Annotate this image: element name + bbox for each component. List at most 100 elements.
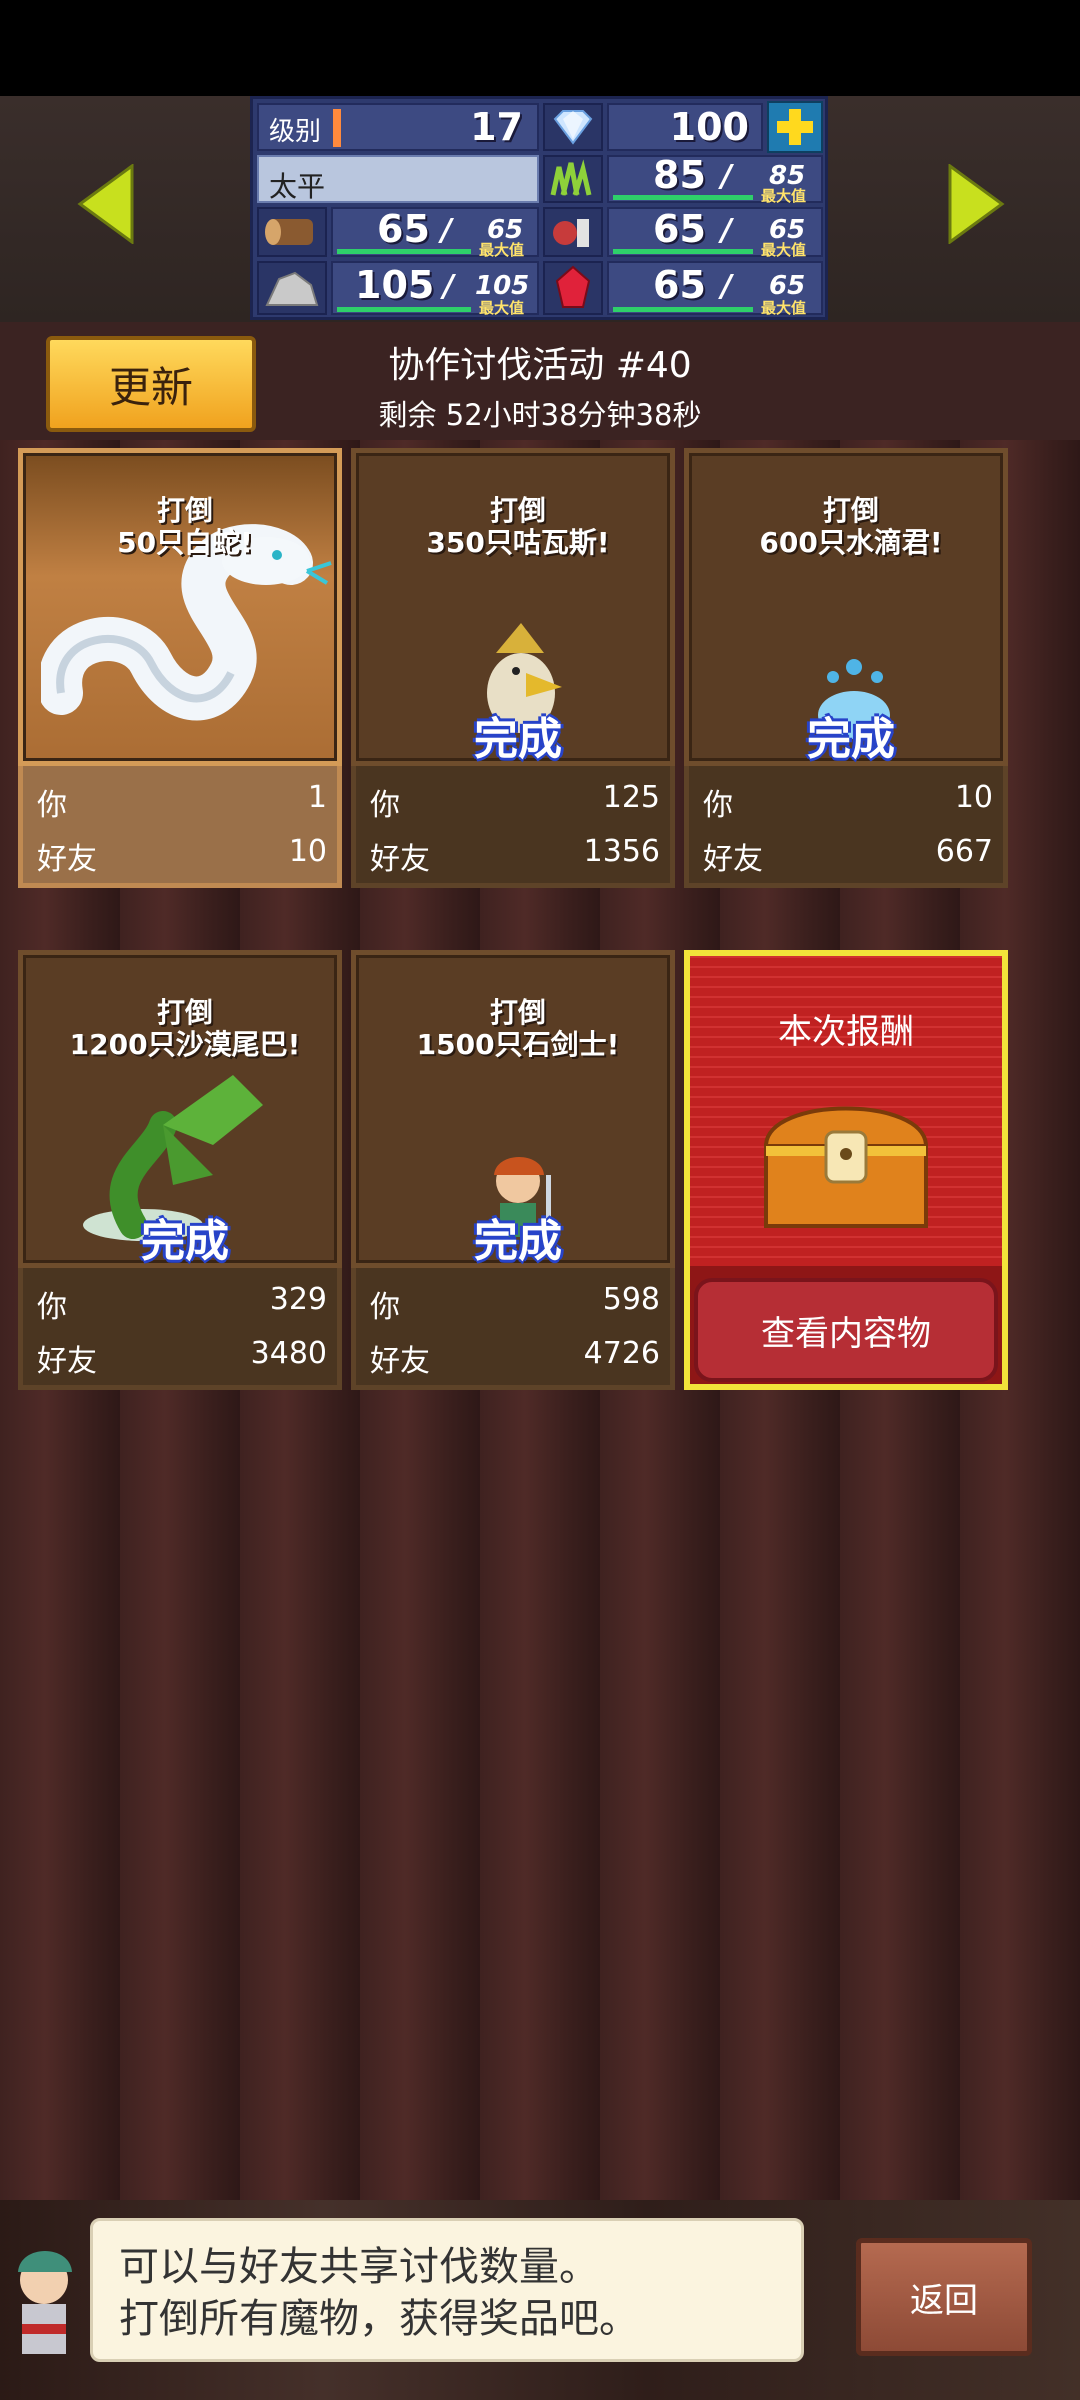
grass-value: 85 — [653, 153, 706, 197]
gems-value: 100 — [669, 105, 749, 149]
you-label: 你 — [37, 1290, 67, 1325]
done-label: 完成 — [807, 714, 895, 765]
level-bar — [333, 109, 341, 147]
friend-count: 1356 — [583, 834, 660, 869]
mission-card-water-drop[interactable]: 打倒 600只水滴君! 完成 你 10 好友 667 — [684, 448, 1008, 888]
reward-title: 本次报酬 — [778, 1012, 914, 1052]
view-contents-button[interactable]: 查看内容物 — [694, 1278, 998, 1382]
grass-cell: 85 / 85 最大值 — [607, 153, 823, 205]
mission-card-foot: 你 1 好友 10 — [18, 766, 342, 888]
ore-icon — [257, 261, 327, 315]
you-label: 你 — [370, 788, 400, 823]
you-label: 你 — [37, 788, 67, 823]
ore-bar — [337, 307, 471, 312]
ore-cell: 105 / 105 最大值 — [331, 261, 539, 317]
mission-card-head: 打倒 50只白蛇! — [18, 448, 342, 766]
food-cell: 65 / 65 最大值 — [607, 207, 823, 259]
max-label: 最大值 — [479, 241, 525, 259]
hint-line1: 可以与好友共享讨伐数量。 — [119, 2244, 599, 2290]
food-value: 65 — [653, 207, 706, 251]
done-label: 完成 — [474, 1216, 562, 1267]
guide-avatar — [18, 2251, 72, 2354]
target-line2: 1200只沙漠尾巴! — [69, 1028, 301, 1061]
gems-cell: 100 — [607, 103, 763, 151]
you-label: 你 — [703, 788, 733, 823]
mission-card-foot: 你 10 好友 667 — [684, 766, 1008, 888]
friend-label: 好友 — [37, 1344, 97, 1379]
time-remaining: 剩余 52小时38分钟38秒 — [378, 398, 702, 432]
friend-label: 好友 — [703, 842, 763, 877]
mission-target: 打倒 1500只石剑士! — [356, 997, 680, 1061]
friend-label: 好友 — [37, 842, 97, 877]
mission-target: 打倒 350只咕瓦斯! — [356, 495, 680, 559]
you-count: 598 — [602, 1282, 660, 1317]
diamond-icon — [543, 103, 603, 151]
mission-target: 打倒 50只白蛇! — [23, 495, 347, 559]
food-bar — [613, 249, 753, 254]
level-value: 17 — [470, 105, 523, 149]
you-count: 329 — [269, 1282, 327, 1317]
wood-value: 65 — [377, 207, 430, 251]
mission-card-head: 打倒 350只咕瓦斯! 完成 — [351, 448, 675, 766]
hint-dialog: 可以与好友共享讨伐数量。 打倒所有魔物，获得奖品吧。 — [90, 2218, 804, 2362]
friend-count: 4726 — [583, 1336, 660, 1371]
mission-card-foot: 你 125 好友 1356 — [351, 766, 675, 888]
ruby-icon — [543, 261, 603, 315]
friend-label: 好友 — [370, 842, 430, 877]
target-line1: 打倒 — [489, 996, 546, 1029]
mission-card-foot: 你 598 好友 4726 — [351, 1268, 675, 1390]
ore-value: 105 — [355, 263, 435, 307]
friend-count: 3480 — [250, 1336, 327, 1371]
ruby-bar — [613, 307, 753, 312]
wood-cell: 65 / 65 最大值 — [331, 207, 539, 259]
target-line1: 打倒 — [822, 494, 879, 527]
friend-count: 667 — [935, 834, 993, 869]
you-count: 125 — [602, 780, 660, 815]
target-line2: 350只咕瓦斯! — [426, 526, 610, 559]
mission-card-desert-tail[interactable]: 打倒 1200只沙漠尾巴! 完成 你 329 好友 3480 — [18, 950, 342, 1390]
hint-line2: 打倒所有魔物，获得奖品吧。 — [119, 2296, 639, 2342]
ruby-value: 65 — [653, 263, 706, 307]
mission-card-white-snake[interactable]: 打倒 50只白蛇! 你 1 好友 10 — [18, 448, 342, 888]
wood-icon — [257, 207, 327, 257]
wood-bar — [337, 249, 471, 254]
friend-count: 10 — [288, 834, 327, 869]
prev-arrow-icon[interactable] — [76, 163, 136, 245]
reward-panel: 本次报酬 — [690, 956, 1002, 1266]
max-label: 最大值 — [761, 241, 807, 259]
mission-card-head: 打倒 600只水滴君! 完成 — [684, 448, 1008, 766]
level-label: 级别 — [269, 117, 322, 147]
player-name: 太平 — [269, 170, 326, 203]
ruby-cell: 65 / 65 最大值 — [607, 261, 823, 317]
you-label: 你 — [370, 1290, 400, 1325]
mission-card-foot: 你 329 好友 3480 — [18, 1268, 342, 1390]
friend-label: 好友 — [370, 1344, 430, 1379]
grass-bar — [613, 195, 753, 200]
target-line1: 打倒 — [489, 494, 546, 527]
target-line2: 600只水滴君! — [759, 526, 943, 559]
done-label: 完成 — [141, 1216, 229, 1267]
mission-target: 打倒 1200只沙漠尾巴! — [23, 997, 347, 1061]
target-line2: 1500只石剑士! — [416, 1028, 620, 1061]
reward-card: 本次报酬 查看内容物 — [684, 950, 1008, 1390]
add-gems-button[interactable] — [767, 101, 823, 153]
player-name-cell: 太平 — [257, 155, 539, 203]
max-label: 最大值 — [479, 299, 525, 317]
mission-target: 打倒 600只水滴君! — [689, 495, 1013, 559]
next-arrow-icon[interactable] — [946, 163, 1006, 245]
you-count: 10 — [954, 780, 993, 815]
update-button[interactable]: 更新 — [46, 336, 256, 432]
mission-card-head: 打倒 1500只石剑士! 完成 — [351, 950, 675, 1268]
max-label: 最大值 — [761, 187, 807, 205]
target-line1: 打倒 — [156, 996, 213, 1029]
target-line1: 打倒 — [156, 494, 213, 527]
event-title: 协作讨伐活动 #40 — [388, 345, 692, 386]
mission-card-stone-swordsman[interactable]: 打倒 1500只石剑士! 完成 你 598 好友 4726 — [351, 950, 675, 1390]
stats-panel: 级别 17 100 太平 85 / 85 最大值 65 / 65 最大值 65 … — [250, 96, 828, 320]
back-button[interactable]: 返回 — [856, 2238, 1032, 2356]
grass-icon — [543, 155, 603, 203]
done-label: 完成 — [474, 714, 562, 765]
mission-card-guwasi[interactable]: 打倒 350只咕瓦斯! 完成 你 125 好友 1356 — [351, 448, 675, 888]
mission-card-head: 打倒 1200只沙漠尾巴! 完成 — [18, 950, 342, 1268]
treasure-chest-icon — [763, 1106, 929, 1228]
